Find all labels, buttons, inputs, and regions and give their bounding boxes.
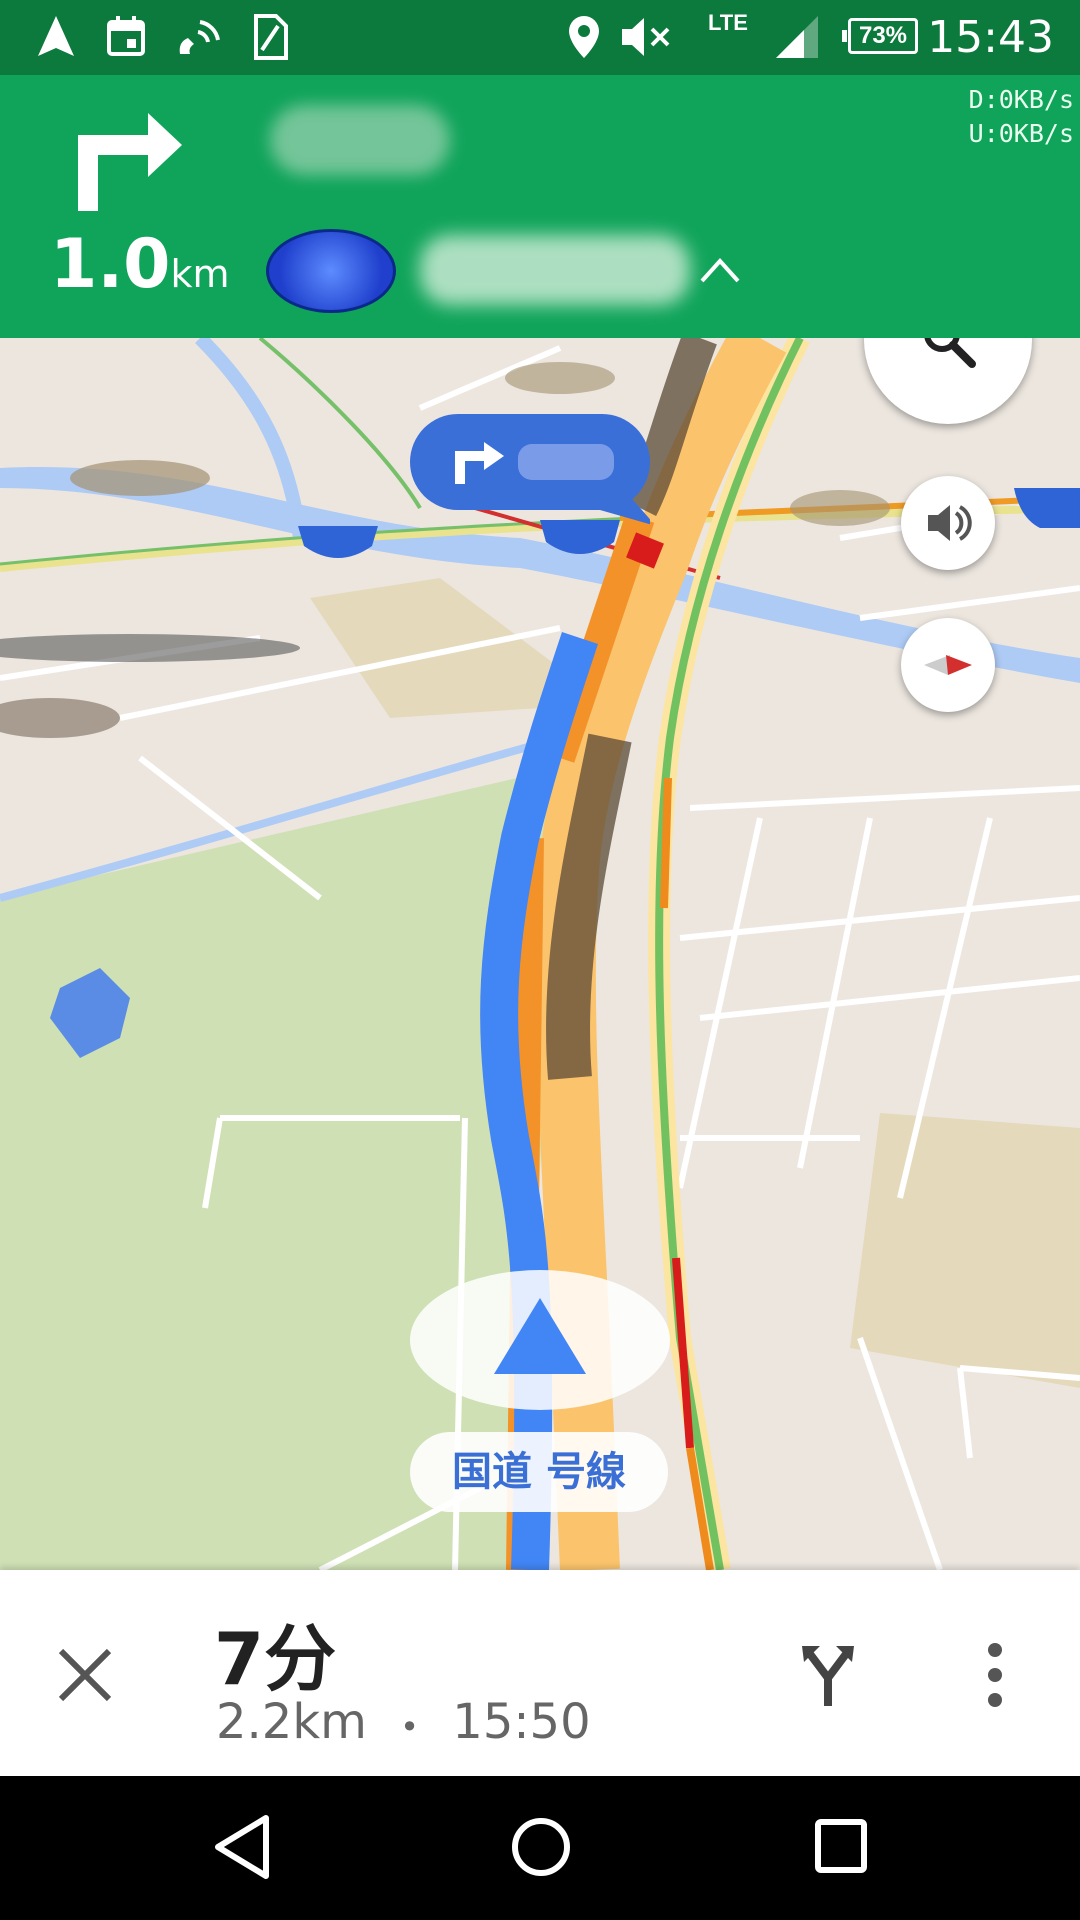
compass-icon: [924, 655, 972, 675]
network-speed: D:0KB/s U:0KB/s: [969, 83, 1074, 151]
more-options-button[interactable]: [970, 1630, 1020, 1720]
trip-summary-bar[interactable]: 7分 2.2km • 15:50: [0, 1570, 1080, 1776]
current-road-label: 国道 号線: [410, 1432, 668, 1512]
remaining-distance: 2.2km: [216, 1694, 367, 1750]
network-type-label: LTE: [708, 10, 748, 35]
distance-unit: km: [170, 252, 230, 296]
mute-icon: [620, 14, 676, 65]
battery-icon: 73%: [842, 18, 918, 54]
search-icon: [924, 338, 976, 368]
redacted-street-name: [270, 105, 450, 175]
navigation-arrow-icon: [494, 1298, 586, 1374]
system-navigation-bar: [0, 1776, 1080, 1920]
eta-details: 2.2km • 15:50: [216, 1694, 591, 1750]
route-shield-icon: [266, 229, 396, 313]
status-bar: LTE 73% 15:43: [0, 0, 1080, 75]
navigation-header[interactable]: 1.0km D:0KB/s U:0KB/s: [0, 75, 1080, 338]
distance-to-turn: 1.0km: [50, 225, 230, 304]
status-time: 15:43: [927, 12, 1054, 63]
location-icon: [566, 14, 602, 65]
close-icon: [58, 1648, 112, 1702]
download-speed: D:0KB/s: [968, 85, 1074, 114]
turn-right-small-icon: [455, 442, 656, 526]
battery-percent: 73%: [858, 22, 908, 49]
more-vert-icon: [988, 1643, 1002, 1707]
chevron-up-icon[interactable]: [698, 255, 742, 290]
wifi-calling-icon: [174, 14, 222, 63]
turn-right-icon: [72, 105, 192, 220]
navigation-arrow-icon: [36, 14, 76, 63]
upload-speed: U:0KB/s: [968, 119, 1074, 148]
volume-icon: [928, 505, 972, 541]
map-view[interactable]: 国道 号線: [0, 338, 1080, 1570]
sim-icon: [252, 14, 288, 65]
home-icon[interactable]: [508, 1812, 574, 1887]
exit-navigation-button[interactable]: [40, 1630, 130, 1720]
eta-duration: 7分: [214, 1617, 337, 1701]
back-icon[interactable]: [210, 1812, 274, 1887]
sound-button[interactable]: [901, 476, 995, 570]
arrival-time: 15:50: [452, 1694, 591, 1750]
alternate-routes-button[interactable]: [788, 1630, 868, 1720]
signal-icon: [774, 14, 820, 65]
route-fork-icon: [802, 1646, 854, 1706]
calendar-icon: [106, 14, 146, 63]
maneuver-bubble: [410, 414, 656, 526]
separator-dot: •: [400, 1708, 420, 1746]
compass-button[interactable]: [901, 618, 995, 712]
current-location-marker: [410, 1270, 670, 1410]
recents-icon[interactable]: [810, 1812, 870, 1887]
redacted-road-name: [420, 235, 690, 305]
distance-value: 1.0: [50, 225, 171, 304]
